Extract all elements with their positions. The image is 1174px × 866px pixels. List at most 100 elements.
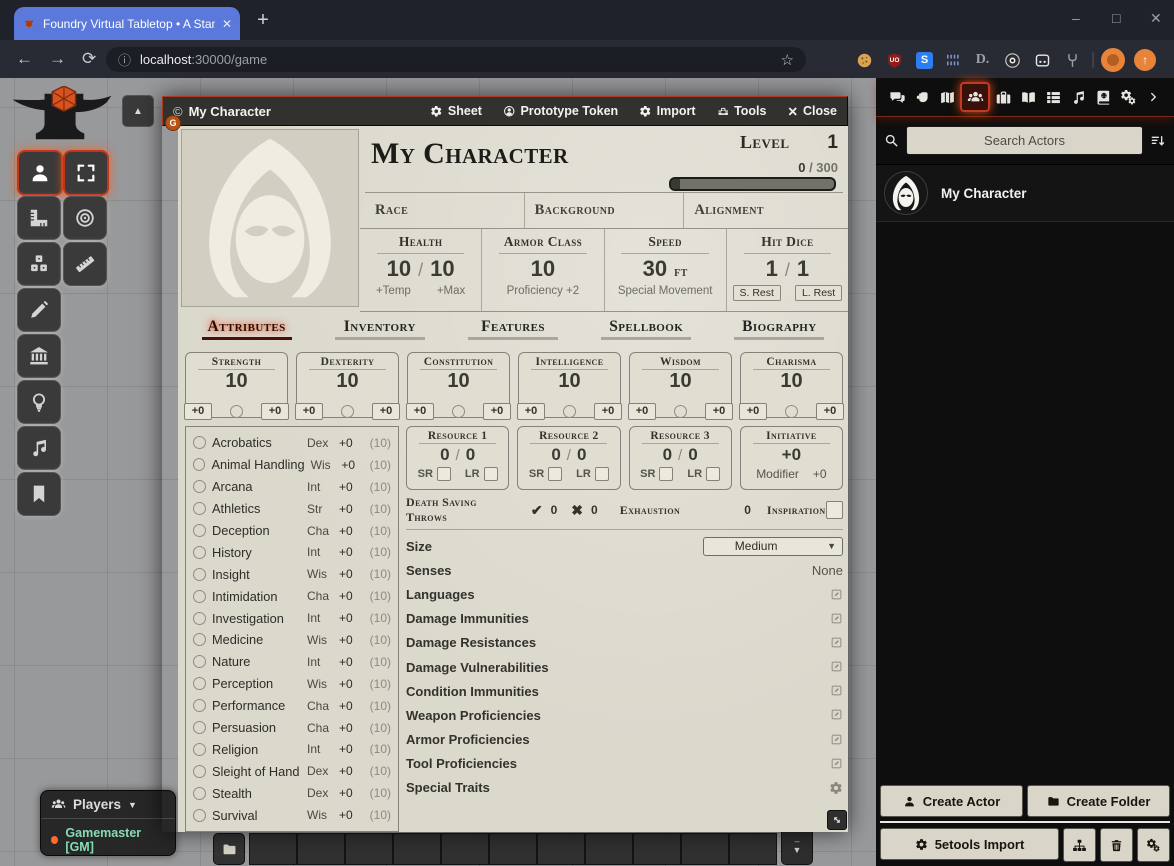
skill-row[interactable]: Stealth Dex +0 (10) [193, 782, 391, 804]
level-value[interactable]: 1 [827, 132, 838, 154]
skill-name[interactable]: Medicine [212, 632, 301, 647]
skill-row[interactable]: Arcana Int +0 (10) [193, 476, 391, 498]
long-rest-checkbox[interactable] [595, 467, 609, 481]
ac-value[interactable]: 10 [531, 256, 555, 282]
death-fail-count[interactable]: 0 [591, 503, 598, 517]
sidebar-collapse-icon[interactable] [1141, 85, 1165, 109]
ability-score[interactable]: 10 [336, 371, 358, 392]
death-success-icon[interactable]: ✔ [531, 502, 543, 519]
sound-controls-button[interactable] [17, 426, 61, 470]
skill-row[interactable]: Intimidation Cha +0 (10) [193, 585, 391, 607]
resource-max[interactable]: 0 [466, 445, 475, 464]
size-select[interactable]: Medium▼ [703, 537, 843, 556]
xp-value[interactable]: 0 [798, 160, 805, 175]
tools-button[interactable]: Tools [717, 104, 767, 118]
lighting-controls-button[interactable] [17, 380, 61, 424]
skill-row[interactable]: Sleight of Hand Dex +0 (10) [193, 760, 391, 782]
players-header[interactable]: Players ▼ [41, 791, 175, 819]
trait-edit-icon[interactable] [830, 660, 843, 675]
skill-row[interactable]: Persuasion Cha +0 (10) [193, 717, 391, 739]
actor-name[interactable]: My Character [941, 186, 1027, 201]
ability-proficiency-toggle[interactable] [452, 405, 465, 418]
skill-name[interactable]: Persuasion [212, 720, 301, 735]
character-portrait[interactable] [181, 129, 359, 307]
macro-slot[interactable] [585, 833, 633, 865]
tab-playlists[interactable] [1066, 85, 1090, 109]
ability-check-mod[interactable]: +0 [594, 403, 622, 420]
skill-row[interactable]: Insight Wis +0 (10) [193, 563, 391, 585]
skill-proficiency-radio[interactable] [193, 546, 206, 559]
tab-scenes[interactable] [935, 85, 959, 109]
character-name[interactable]: My Character [371, 138, 569, 170]
macro-folder-button[interactable] [213, 833, 245, 865]
hp-tempmax-label[interactable]: +Max [437, 285, 465, 297]
window-close-button[interactable]: ✕ [1150, 10, 1162, 27]
new-tab-button[interactable]: + [252, 10, 274, 32]
sheet-tab[interactable]: Spellbook [580, 316, 713, 346]
short-rest-checkbox[interactable] [548, 467, 562, 481]
trait-edit-icon[interactable] [830, 756, 843, 771]
tab-tables[interactable] [1041, 85, 1065, 109]
hd-current[interactable]: 1 [766, 256, 778, 282]
skill-proficiency-radio[interactable] [193, 436, 206, 449]
skill-name[interactable]: Deception [212, 523, 301, 538]
skill-name[interactable]: Acrobatics [212, 435, 301, 450]
container-extension-icon[interactable] [1032, 50, 1053, 71]
skill-row[interactable]: Animal Handling Wis +0 (10) [193, 454, 391, 476]
skill-proficiency-radio[interactable] [193, 743, 206, 756]
hp-current[interactable]: 10 [387, 256, 411, 282]
speed-value[interactable]: 30 [643, 256, 667, 282]
skill-row[interactable]: History Int +0 (10) [193, 541, 391, 563]
trait-edit-icon[interactable] [830, 708, 843, 723]
sheet-config-button[interactable]: Sheet [430, 104, 482, 118]
ability-check-mod[interactable]: +0 [483, 403, 511, 420]
skill-proficiency-radio[interactable] [193, 765, 206, 778]
macro-slot[interactable] [633, 833, 681, 865]
skill-name[interactable]: Investigation [212, 611, 301, 626]
exhaustion-value[interactable]: 0 [744, 503, 751, 517]
macro-slot[interactable] [489, 833, 537, 865]
fivetools-import-button[interactable]: 5etools Import [880, 828, 1059, 860]
hp-temp-label[interactable]: +Temp [376, 285, 411, 297]
hotbar-page-control[interactable]: – ▼ [781, 827, 813, 865]
macro-slot[interactable] [249, 833, 297, 865]
notes-controls-button[interactable] [17, 472, 61, 516]
skill-name[interactable]: Athletics [212, 501, 301, 516]
ability-save-mod[interactable]: +0 [295, 403, 323, 420]
ability-score[interactable]: 10 [558, 371, 580, 392]
resource-value[interactable]: 0 [551, 445, 560, 464]
ability-save-mod[interactable]: +0 [406, 403, 434, 420]
ability-name[interactable]: Charisma [766, 356, 816, 368]
search-input[interactable] [906, 126, 1143, 155]
ability-proficiency-toggle[interactable] [230, 405, 243, 418]
drawing-tools-button[interactable] [17, 288, 61, 332]
trait-edit-icon[interactable] [830, 635, 843, 650]
skill-proficiency-radio[interactable] [193, 502, 206, 515]
close-window-button[interactable]: ✕Close [787, 104, 837, 119]
back-button[interactable]: ← [16, 49, 33, 69]
skill-proficiency-radio[interactable] [193, 787, 206, 800]
skill-name[interactable]: Intimidation [212, 589, 301, 604]
skill-row[interactable]: Acrobatics Dex +0 (10) [193, 432, 391, 454]
alignment-field[interactable]: Alignment [684, 193, 843, 228]
sort-icon[interactable] [1150, 133, 1166, 149]
ability-proficiency-toggle[interactable] [785, 405, 798, 418]
create-actor-button[interactable]: Create Actor [880, 785, 1023, 817]
folder-tree-button[interactable] [1063, 828, 1096, 862]
skill-proficiency-radio[interactable] [193, 524, 206, 537]
ability-check-mod[interactable]: +0 [261, 403, 289, 420]
hotbar-page-down-icon[interactable]: ▼ [793, 846, 802, 855]
ability-check-mod[interactable]: +0 [372, 403, 400, 420]
token-controls-button[interactable] [17, 150, 63, 196]
skill-row[interactable]: Perception Wis +0 (10) [193, 673, 391, 695]
macro-slot[interactable] [729, 833, 777, 865]
resource-title[interactable]: Resource 2 [539, 430, 599, 442]
fork-extension-icon[interactable] [1062, 50, 1083, 71]
tab-items[interactable] [991, 85, 1015, 109]
grid-extension-icon[interactable] [942, 50, 963, 71]
skill-name[interactable]: Arcana [212, 479, 301, 494]
measure-controls-button[interactable] [17, 196, 61, 240]
configure-button[interactable] [1137, 828, 1170, 862]
prototype-token-button[interactable]: Prototype Token [503, 104, 618, 118]
ability-name[interactable]: Intelligence [536, 356, 604, 368]
